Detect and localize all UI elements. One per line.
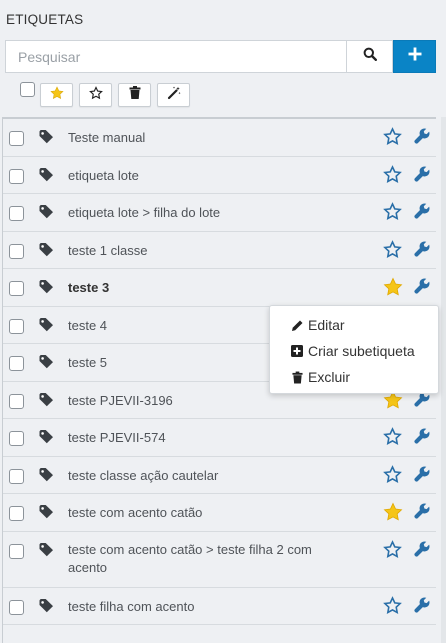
wrench-icon[interactable] <box>413 596 431 619</box>
star-outline-icon[interactable] <box>383 539 402 564</box>
tag-icon <box>39 430 54 449</box>
pencil-icon <box>290 318 304 332</box>
wrench-icon[interactable] <box>413 540 431 563</box>
tag-label[interactable]: teste com acento catão <box>68 504 348 522</box>
row-checkbox[interactable] <box>9 356 24 371</box>
favorite-selected-button[interactable] <box>40 83 73 107</box>
tag-row[interactable]: etiqueta lote <box>3 157 436 194</box>
tag-icon <box>39 280 54 299</box>
tag-label[interactable]: teste 3 <box>68 279 348 297</box>
row-checkbox[interactable] <box>9 543 24 559</box>
tag-label[interactable]: teste PJEVII-3196 <box>68 392 348 410</box>
star-outline-icon[interactable] <box>383 595 402 620</box>
row-checkbox[interactable] <box>9 243 24 259</box>
star-outline-icon <box>88 85 103 105</box>
star-filled-icon[interactable] <box>383 277 403 302</box>
tag-label[interactable]: teste classe ação cautelar <box>68 467 348 485</box>
tag-label[interactable]: Teste manual <box>68 129 348 147</box>
wrench-icon[interactable] <box>413 502 431 525</box>
row-checkbox[interactable] <box>9 599 24 615</box>
tag-icon <box>39 598 54 618</box>
trash-icon <box>129 86 141 104</box>
tag-row[interactable]: Teste manual <box>3 119 436 157</box>
scrollbar[interactable] <box>441 117 446 643</box>
panel-title: ETIQUETAS <box>6 12 84 27</box>
star-outline-icon[interactable] <box>383 127 402 151</box>
tag-label[interactable]: teste 1 classe <box>68 242 348 260</box>
wrench-icon[interactable] <box>413 240 431 263</box>
star-outline-icon[interactable] <box>383 164 402 189</box>
trash-icon <box>290 370 304 384</box>
star-outline-icon[interactable] <box>383 464 402 489</box>
star-filled-icon <box>49 85 64 105</box>
row-checkbox[interactable] <box>9 168 24 184</box>
auto-tag-button[interactable] <box>157 83 190 107</box>
row-checkbox[interactable] <box>9 431 24 446</box>
tag-icon <box>39 505 54 524</box>
tag-icon <box>39 355 54 374</box>
tag-icon <box>39 392 54 412</box>
tag-row[interactable]: teste com acento catão > teste filha 2 c… <box>3 532 436 588</box>
tag-row[interactable]: etiqueta lote > filha do lote <box>3 194 436 232</box>
delete-selected-button[interactable] <box>118 83 151 107</box>
tag-row[interactable]: teste PJEVII-574 <box>3 419 436 457</box>
row-checkbox[interactable] <box>9 468 24 484</box>
star-outline-icon[interactable] <box>383 202 402 226</box>
star-outline-icon[interactable] <box>383 239 402 264</box>
tag-icon <box>39 467 54 487</box>
tag-label[interactable]: teste filha com acento <box>68 598 348 616</box>
menu-item-label: Criar subetiqueta <box>308 343 415 359</box>
row-checkbox[interactable] <box>9 318 24 334</box>
tag-icon <box>39 205 54 224</box>
tag-label[interactable]: etiqueta lote > filha do lote <box>68 204 348 222</box>
row-checkbox[interactable] <box>9 206 24 221</box>
row-checkbox[interactable] <box>9 393 24 409</box>
menu-item-label: Excluir <box>308 369 351 385</box>
context-menu: Editar Criar subetiqueta Excluir <box>269 305 439 394</box>
add-tag-button[interactable] <box>393 40 436 73</box>
tag-icon <box>39 242 54 262</box>
wrench-icon[interactable] <box>413 202 431 225</box>
tag-icon <box>39 130 54 149</box>
search-row <box>5 40 436 73</box>
row-checkbox[interactable] <box>9 131 24 146</box>
menu-item-create-subtag[interactable]: Criar subetiqueta <box>270 338 438 364</box>
tag-label[interactable]: teste com acento catão > teste filha 2 c… <box>68 541 348 577</box>
plus-icon <box>408 47 422 66</box>
select-all-checkbox[interactable] <box>20 82 35 97</box>
search-icon <box>363 47 377 66</box>
tag-icon <box>39 317 54 337</box>
row-checkbox[interactable] <box>9 281 24 296</box>
tag-icon <box>39 542 54 562</box>
wrench-icon[interactable] <box>413 277 431 300</box>
menu-item-delete[interactable]: Excluir <box>270 364 438 390</box>
menu-item-label: Editar <box>308 317 345 333</box>
row-checkbox[interactable] <box>9 506 24 521</box>
tag-label[interactable]: teste PJEVII-574 <box>68 429 348 447</box>
wrench-icon[interactable] <box>413 427 431 450</box>
tag-icon <box>39 167 54 187</box>
menu-item-edit[interactable]: Editar <box>270 312 438 338</box>
tag-row[interactable]: teste 1 classe <box>3 232 436 269</box>
star-filled-icon[interactable] <box>383 502 403 527</box>
unfavorite-selected-button[interactable] <box>79 83 112 107</box>
tag-label[interactable]: etiqueta lote <box>68 167 348 185</box>
tag-row[interactable]: teste classe ação cautelar <box>3 457 436 494</box>
search-input[interactable] <box>5 40 346 73</box>
wrench-icon[interactable] <box>413 165 431 188</box>
star-outline-icon[interactable] <box>383 427 402 451</box>
tag-row[interactable]: teste com acento catão <box>3 494 436 532</box>
plus-square-icon <box>290 344 304 358</box>
search-button[interactable] <box>346 40 393 73</box>
tag-row[interactable]: teste filha com acento <box>3 588 436 625</box>
tag-row[interactable]: teste 3 <box>3 269 436 307</box>
wrench-icon[interactable] <box>413 465 431 488</box>
wrench-icon[interactable] <box>413 127 431 150</box>
magic-wand-icon <box>167 86 181 105</box>
